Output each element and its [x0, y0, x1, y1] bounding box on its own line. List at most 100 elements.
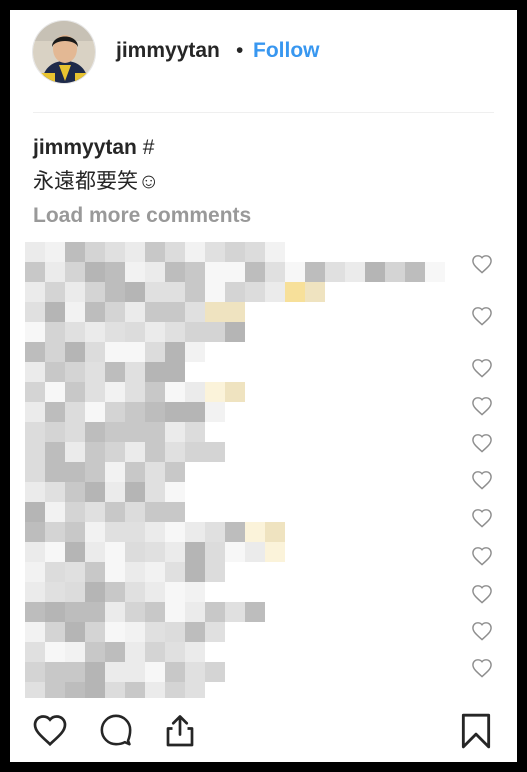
redacted-comment-pixel [105, 562, 125, 582]
redacted-comment-pixel [265, 542, 285, 562]
redacted-comment-pixel [25, 402, 45, 422]
redacted-comment-pixel [145, 322, 165, 342]
redacted-comment-pixel [205, 262, 225, 282]
redacted-comment-pixel [45, 302, 65, 322]
redacted-comment-pixel [245, 242, 265, 262]
avatar[interactable] [32, 20, 96, 84]
redacted-comment-pixel [45, 402, 65, 422]
redacted-comment-pixel [245, 602, 265, 622]
redacted-comment-pixel [125, 482, 145, 502]
redacted-comment-pixel [165, 562, 185, 582]
redacted-comment-pixel [105, 402, 125, 422]
redacted-comment-pixel [185, 542, 205, 562]
post-header: jimmyytan • Follow [10, 10, 517, 94]
redacted-comment-pixel [125, 262, 145, 282]
header-username[interactable]: jimmyytan [116, 39, 220, 63]
heart-icon[interactable] [32, 713, 68, 747]
redacted-comment-pixel [165, 622, 185, 642]
redacted-comment-pixel [45, 282, 65, 302]
redacted-comment-pixel [265, 282, 285, 302]
redacted-comment-pixel [185, 282, 205, 302]
redacted-comment-pixel [65, 622, 85, 642]
redacted-comment-pixel [205, 662, 225, 682]
redacted-comment-pixel [225, 262, 245, 282]
caption-hashtag[interactable]: # [143, 136, 155, 159]
redacted-comment-pixel [85, 562, 105, 582]
share-icon[interactable] [162, 712, 198, 748]
comment-like-heart-icon[interactable] [471, 508, 493, 528]
redacted-comment-pixel [45, 622, 65, 642]
redacted-comment-pixel [145, 542, 165, 562]
comment-like-heart-icon[interactable] [471, 358, 493, 378]
redacted-comment-pixel [185, 262, 205, 282]
redacted-comment-pixel [165, 502, 185, 522]
redacted-comment-pixel [105, 482, 125, 502]
redacted-comment-pixel [165, 242, 185, 262]
redacted-comment-pixel [85, 402, 105, 422]
redacted-comment-pixel [225, 602, 245, 622]
redacted-comment-pixel [25, 362, 45, 382]
redacted-comment-pixel [45, 322, 65, 342]
redacted-comment-pixel [85, 622, 105, 642]
redacted-comment-pixel [25, 602, 45, 622]
redacted-comment-pixel [265, 522, 285, 542]
redacted-comment-pixel [65, 322, 85, 342]
redacted-comment-pixel [205, 542, 225, 562]
redacted-comment-pixel [85, 262, 105, 282]
redacted-comment-pixel [185, 402, 205, 422]
redacted-comment-pixel [85, 542, 105, 562]
bookmark-icon[interactable] [459, 712, 493, 750]
redacted-comment-pixel [85, 362, 105, 382]
comment-like-heart-icon[interactable] [471, 470, 493, 490]
comment-like-heart-icon[interactable] [471, 658, 493, 678]
redacted-comment-pixel [205, 322, 225, 342]
redacted-comment-pixel [165, 362, 185, 382]
redacted-comment-pixel [25, 262, 45, 282]
comment-like-heart-icon[interactable] [471, 621, 493, 641]
redacted-comment-pixel [25, 382, 45, 402]
load-more-comments-button[interactable]: Load more comments [33, 204, 251, 228]
redacted-comment-pixel [65, 382, 85, 402]
redacted-comment-pixel [105, 342, 125, 362]
comment-icon[interactable] [98, 713, 134, 747]
redacted-comment-pixel [65, 462, 85, 482]
comment-like-heart-icon[interactable] [471, 584, 493, 604]
redacted-comment-pixel [65, 402, 85, 422]
redacted-comment-pixel [225, 382, 245, 402]
redacted-comment-pixel [105, 522, 125, 542]
redacted-comment-pixel [225, 542, 245, 562]
redacted-comment-pixel [45, 462, 65, 482]
caption-line: jimmyytan # [33, 136, 154, 160]
comment-like-heart-icon[interactable] [471, 546, 493, 566]
redacted-comment-pixel [185, 442, 205, 462]
redacted-comment-pixel [145, 422, 165, 442]
redacted-comment-pixel [205, 562, 225, 582]
redacted-comment-pixel [425, 262, 445, 282]
follow-button[interactable]: Follow [253, 39, 320, 63]
redacted-comment-pixel [125, 562, 145, 582]
redacted-comment-pixel [65, 562, 85, 582]
redacted-comment-pixel [245, 262, 265, 282]
redacted-comment-pixel [165, 402, 185, 422]
separator-dot: • [236, 39, 244, 62]
redacted-comment-pixel [105, 642, 125, 662]
redacted-comment-pixel [145, 682, 165, 698]
comment-like-heart-icon[interactable] [471, 306, 493, 326]
redacted-comment-pixel [165, 282, 185, 302]
redacted-comment-pixel [185, 322, 205, 342]
redacted-comment-pixel [225, 302, 245, 322]
redacted-comment-pixel [85, 422, 105, 442]
caption-username[interactable]: jimmyytan [33, 136, 137, 159]
redacted-comment-pixel [145, 522, 165, 542]
redacted-comment-pixel [125, 342, 145, 362]
redacted-comment-pixel [45, 542, 65, 562]
comment-like-heart-icon[interactable] [471, 396, 493, 416]
redacted-comment-pixel [65, 262, 85, 282]
redacted-comment-pixel [125, 442, 145, 462]
redacted-comment-pixel [365, 262, 385, 282]
redacted-comment-pixel [45, 482, 65, 502]
comment-like-heart-icon[interactable] [471, 254, 493, 274]
redacted-comment-pixel [125, 642, 145, 662]
redacted-comment-pixel [245, 522, 265, 542]
comment-like-heart-icon[interactable] [471, 433, 493, 453]
